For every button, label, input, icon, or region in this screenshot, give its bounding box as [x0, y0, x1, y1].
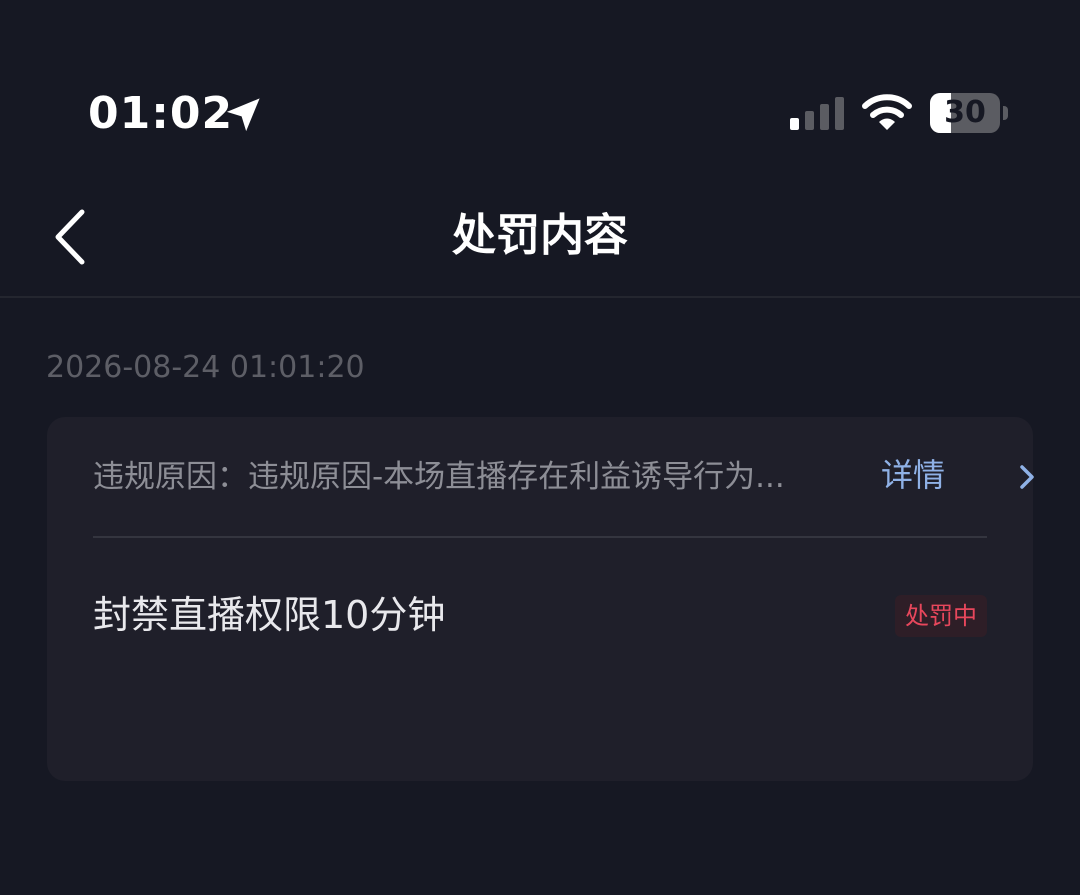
- detail-link[interactable]: 详情: [881, 453, 945, 497]
- violation-reason-text: 违规原因：违规原因-本场直播存在利益诱导行为...: [93, 459, 785, 495]
- cellular-signal-icon: [790, 97, 844, 130]
- signal-bar: [820, 104, 829, 130]
- battery-body: 30: [930, 93, 1000, 133]
- chevron-right-icon[interactable]: [1015, 463, 1039, 491]
- wifi-icon: [862, 94, 912, 130]
- violation-reason-row[interactable]: 违规原因：违规原因-本场直播存在利益诱导行为... 详情: [93, 447, 1034, 507]
- page-title: 处罚内容: [452, 210, 628, 261]
- signal-bar: [805, 111, 814, 130]
- card-divider: [93, 536, 987, 538]
- signal-bar: [790, 118, 799, 130]
- battery-tip: [1003, 106, 1008, 120]
- battery-level-text: 30: [944, 95, 986, 130]
- signal-bar: [835, 97, 844, 130]
- status-time: 01:02: [88, 88, 234, 139]
- penalty-description: 封禁直播权限10分钟: [93, 593, 446, 637]
- punishment-card: 违规原因：违规原因-本场直播存在利益诱导行为... 详情 封禁直播权限10分钟 …: [47, 417, 1034, 781]
- navigation-bar: 处罚内容: [0, 180, 1080, 298]
- battery-icon: 30: [930, 93, 1010, 133]
- record-timestamp: 2026-08-24 01:01:20: [46, 350, 365, 385]
- location-arrow-icon: [226, 98, 260, 132]
- punishment-detail-screen: 01:02 30 处罚内容 2026-08-24 01:01:20 违规原因：违…: [0, 0, 1080, 895]
- status-badge: 处罚中: [895, 595, 987, 637]
- status-bar: 01:02 30: [0, 0, 1080, 180]
